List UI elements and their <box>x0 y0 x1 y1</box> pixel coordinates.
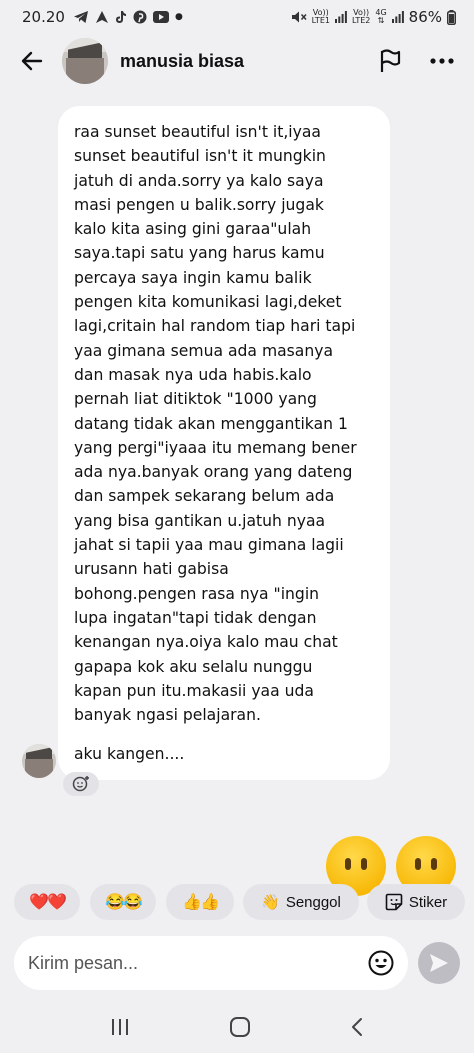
status-right: Vo)) LTE1 Vo)) LTE2 4G ⇅ 86% <box>291 8 456 26</box>
emoji-picker-button[interactable] <box>368 950 394 976</box>
quick-reply-laugh[interactable]: 😂😂 <box>90 884 156 920</box>
contact-name[interactable]: manusia biasa <box>120 51 244 72</box>
quick-reply-thumbs[interactable]: 👍👍 <box>166 884 234 920</box>
thumbs-emoji: 👍👍 <box>182 894 220 911</box>
hearts-emoji: ❤️❤️ <box>29 894 67 911</box>
network-3-indicator: 4G ⇅ <box>375 8 387 25</box>
sender-avatar[interactable] <box>22 744 56 778</box>
sticker-button[interactable]: Stiker <box>367 884 465 920</box>
senggol-button[interactable]: 👋 Senggol <box>243 884 359 920</box>
system-back-button[interactable] <box>350 1017 364 1037</box>
network-2-bottom: LTE2 <box>351 16 371 25</box>
message-bubble[interactable]: raa sunset beautiful isn't it,iyaa sunse… <box>58 106 390 780</box>
network-3-top: 4G <box>375 8 387 17</box>
quick-reply-hearts[interactable]: ❤️❤️ <box>14 884 80 920</box>
back-arrow-icon <box>21 51 43 71</box>
sticker-label: Stiker <box>408 893 448 911</box>
network-2-indicator: Vo)) LTE2 <box>352 9 370 25</box>
notification-dot-icon: ● <box>174 12 183 22</box>
message-composer <box>14 936 408 990</box>
navigation-arrow-icon <box>95 11 108 23</box>
report-button[interactable] <box>372 43 408 79</box>
chat-header: manusia biasa <box>0 36 474 86</box>
mute-icon <box>291 11 307 23</box>
send-icon <box>430 954 448 972</box>
send-button[interactable] <box>418 942 460 984</box>
signal-icon <box>334 11 347 23</box>
sticker-icon <box>385 893 403 911</box>
home-icon <box>229 1016 250 1037</box>
flag-icon <box>380 49 401 72</box>
tiktok-icon <box>115 11 126 23</box>
add-reaction-icon <box>72 776 89 792</box>
more-options-button[interactable] <box>424 43 460 79</box>
recent-apps-button[interactable] <box>110 1018 130 1036</box>
youtube-icon <box>152 11 169 23</box>
battery-percentage: 86% <box>408 8 442 26</box>
message-input[interactable] <box>28 952 368 974</box>
header-actions <box>372 43 460 79</box>
recent-apps-icon <box>111 1018 128 1035</box>
status-time: 20.20 <box>22 8 65 26</box>
status-left: 20.20 ● <box>22 8 183 26</box>
more-dots-icon <box>430 58 454 64</box>
senggol-label: Senggol <box>285 893 341 911</box>
laugh-emoji: 😂😂 <box>105 894 143 911</box>
message-text: raa sunset beautiful isn't it,iyaa sunse… <box>74 123 357 725</box>
system-back-icon <box>352 1017 363 1036</box>
home-button[interactable] <box>229 1016 251 1038</box>
network-1-indicator: Vo)) LTE1 <box>312 9 330 25</box>
message-closing-text: aku kangen.... <box>74 745 185 763</box>
signal-icon <box>391 11 404 23</box>
add-reaction-button[interactable] <box>63 772 99 796</box>
network-1-bottom: LTE1 <box>311 16 330 25</box>
system-navigation-bar <box>0 1000 474 1053</box>
pinterest-icon <box>133 10 147 24</box>
telegram-icon <box>73 11 88 23</box>
contact-avatar[interactable] <box>62 38 108 84</box>
status-bar: 20.20 ● Vo)) LTE1 Vo)) LTE2 4G ⇅ 86% <box>0 0 474 34</box>
wave-hand-icon: 👋 <box>261 894 280 911</box>
back-button[interactable] <box>10 39 54 83</box>
battery-icon <box>447 9 456 25</box>
emoji-smile-icon <box>368 950 394 976</box>
